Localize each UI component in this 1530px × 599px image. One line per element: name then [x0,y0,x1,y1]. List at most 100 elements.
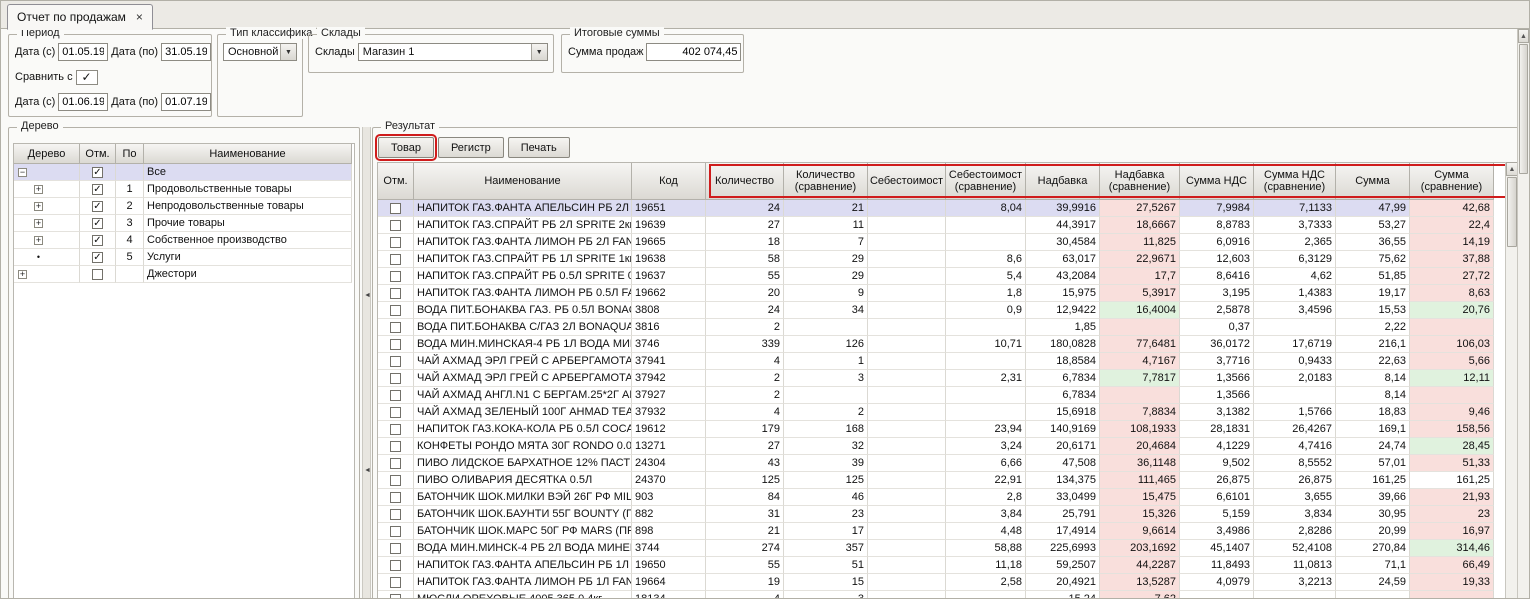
tree-checkbox-cell[interactable] [80,266,116,283]
checkbox-icon[interactable] [390,509,401,520]
expand-node-icon[interactable]: + [34,236,43,245]
classifier-select[interactable]: Основной ▼ [223,43,297,61]
row-checkbox-cell[interactable] [378,200,414,217]
checkbox-icon[interactable] [390,407,401,418]
table-row[interactable]: ПИВО ЛИДСКОЕ БАРХАТНОЕ 12% ПАСТ 02430443… [378,455,1506,472]
checkbox-icon[interactable] [92,269,103,280]
checkbox-icon[interactable]: ✓ [92,184,103,195]
collapse-node-icon[interactable]: − [18,168,27,177]
tree-checkbox-cell[interactable]: ✓ [80,232,116,249]
tree-expand-cell[interactable]: + [14,198,80,215]
tree-row[interactable]: +✓4Собственное производство [14,232,354,249]
checkbox-icon[interactable] [390,390,401,401]
table-row[interactable]: ЧАЙ АХМАД ЭРЛ ГРЕЙ С АРБЕРГАМОТА 2379422… [378,370,1506,387]
tree-row[interactable]: +✓2Непродовольственные товары [14,198,354,215]
table-row[interactable]: МЮСЛИ ОРЕХОВЫЕ 4005 365 0.4кг181344315,2… [378,591,1506,599]
toolbar-button-товар[interactable]: Товар [378,137,434,158]
checkbox-icon[interactable] [390,220,401,231]
collapse-left-icon[interactable]: ◄ [364,467,371,474]
checkbox-icon[interactable]: ✓ [92,252,103,263]
toolbar-button-регистр[interactable]: Регистр [438,137,504,158]
row-checkbox-cell[interactable] [378,268,414,285]
table-row[interactable]: БАТОНЧИК ШОК.МАРС 50Г РФ MARS (ПРО898211… [378,523,1506,540]
compare-date-from-input[interactable] [58,93,108,111]
column-header[interactable]: Себестоимост (сравнение) [946,163,1026,200]
table-row[interactable]: НАПИТОК ГАЗ.ФАНТА ЛИМОН РБ 2Л FANT196651… [378,234,1506,251]
row-checkbox-cell[interactable] [378,557,414,574]
tree-column-header[interactable]: Дерево [14,144,80,164]
close-icon[interactable]: × [136,10,143,24]
table-row[interactable]: ВОДА МИН.МИНСК-4 РБ 2Л ВОДА МИНЕРА374427… [378,540,1506,557]
checkbox-icon[interactable] [390,424,401,435]
checkbox-icon[interactable] [390,254,401,265]
tree-checkbox-cell[interactable]: ✓ [80,164,116,181]
sales-sum-input[interactable] [646,43,741,61]
tree-column-header[interactable]: По [116,144,144,164]
column-header[interactable]: Себестоимост [868,163,946,200]
table-row[interactable]: НАПИТОК ГАЗ.ФАНТА ЛИМОН РБ 1Л FANT196641… [378,574,1506,591]
table-row[interactable]: ВОДА ПИТ.БОНАКВА ГАЗ. РБ 0.5Л BONAQU3808… [378,302,1506,319]
tree-checkbox-cell[interactable]: ✓ [80,181,116,198]
checkbox-icon[interactable] [390,339,401,350]
tree-row[interactable]: +✓1Продовольственные товары [14,181,354,198]
checkbox-icon[interactable] [390,543,401,554]
table-row[interactable]: НАПИТОК ГАЗ.СПРАЙТ РБ 1Л SPRITE 1кг.1963… [378,251,1506,268]
table-row[interactable]: НАПИТОК ГАЗ.ФАНТА ЛИМОН РБ 0.5Л FAN19662… [378,285,1506,302]
column-header[interactable]: Код [632,163,706,200]
row-checkbox-cell[interactable] [378,489,414,506]
scroll-up-icon[interactable]: ▲ [1518,29,1529,43]
row-checkbox-cell[interactable] [378,234,414,251]
tab-sales-report[interactable]: Отчет по продажам × [7,4,153,30]
checkbox-icon[interactable] [390,577,401,588]
column-header[interactable]: Наименование [414,163,632,200]
row-checkbox-cell[interactable] [378,217,414,234]
compare-date-to-input[interactable] [161,93,211,111]
checkbox-icon[interactable] [390,475,401,486]
checkbox-icon[interactable]: ✓ [92,167,103,178]
tree-checkbox-cell[interactable]: ✓ [80,215,116,232]
checkbox-icon[interactable] [390,203,401,214]
tree-expand-cell[interactable]: + [14,266,80,283]
row-checkbox-cell[interactable] [378,421,414,438]
checkbox-icon[interactable]: ✓ [92,201,103,212]
table-row[interactable]: ВОДА МИН.МИНСКАЯ-4 РБ 1Л ВОДА МИН3746339… [378,336,1506,353]
column-header[interactable]: Количество [706,163,784,200]
checkbox-icon[interactable] [390,560,401,571]
scrollbar-thumb[interactable] [1507,177,1517,247]
row-checkbox-cell[interactable] [378,574,414,591]
checkbox-icon[interactable] [390,237,401,248]
checkbox-icon[interactable] [390,271,401,282]
row-checkbox-cell[interactable] [378,302,414,319]
row-checkbox-cell[interactable] [378,591,414,599]
tree-expand-cell[interactable]: + [14,181,80,198]
column-header[interactable]: Сумма (сравнение) [1410,163,1494,200]
row-checkbox-cell[interactable] [378,336,414,353]
compare-checkbox[interactable]: ✓ [76,70,98,85]
collapse-left-icon[interactable]: ◄ [364,292,371,299]
expand-node-icon[interactable]: + [34,202,43,211]
tree-expand-cell[interactable]: • [14,249,80,266]
checkbox-icon[interactable] [390,594,401,599]
table-row[interactable]: ЧАЙ АХМАД ЭРЛ ГРЕЙ С АРБЕРГАМОТА 1379414… [378,353,1506,370]
tree-checkbox-cell[interactable]: ✓ [80,198,116,215]
table-row[interactable]: НАПИТОК ГАЗ.СПРАЙТ РБ 2Л SPRITE 2кг.1963… [378,217,1506,234]
row-checkbox-cell[interactable] [378,506,414,523]
row-checkbox-cell[interactable] [378,387,414,404]
table-row[interactable]: ПИВО ОЛИВАРИЯ ДЕСЯТКА 0.5Л2437012512522,… [378,472,1506,489]
window-scrollbar[interactable]: ▲ [1517,29,1529,598]
table-row[interactable]: БАТОНЧИК ШОК.МИЛКИ ВЭЙ 26Г РФ MILK903844… [378,489,1506,506]
toolbar-button-печать[interactable]: Печать [508,137,570,158]
table-row[interactable]: ЧАЙ АХМАД ЗЕЛЕНЫЙ 100Г AHMAD TEA (379324… [378,404,1506,421]
row-checkbox-cell[interactable] [378,455,414,472]
panel-splitter[interactable]: ◄ ◄ [362,127,371,599]
expand-node-icon[interactable]: + [34,219,43,228]
row-checkbox-cell[interactable] [378,285,414,302]
checkbox-icon[interactable] [390,373,401,384]
table-row[interactable]: НАПИТОК ГАЗ.СПРАЙТ РБ 0.5Л SPRITE 0.5196… [378,268,1506,285]
tree-column-header[interactable]: Наименование [144,144,352,164]
column-header[interactable]: Сумма НДС (сравнение) [1254,163,1336,200]
tree-row[interactable]: •✓5Услуги [14,249,354,266]
table-row[interactable]: КОНФЕТЫ РОНДО МЯТА 30Г RONDO 0.031327127… [378,438,1506,455]
row-checkbox-cell[interactable] [378,540,414,557]
column-header[interactable]: Надбавка [1026,163,1100,200]
